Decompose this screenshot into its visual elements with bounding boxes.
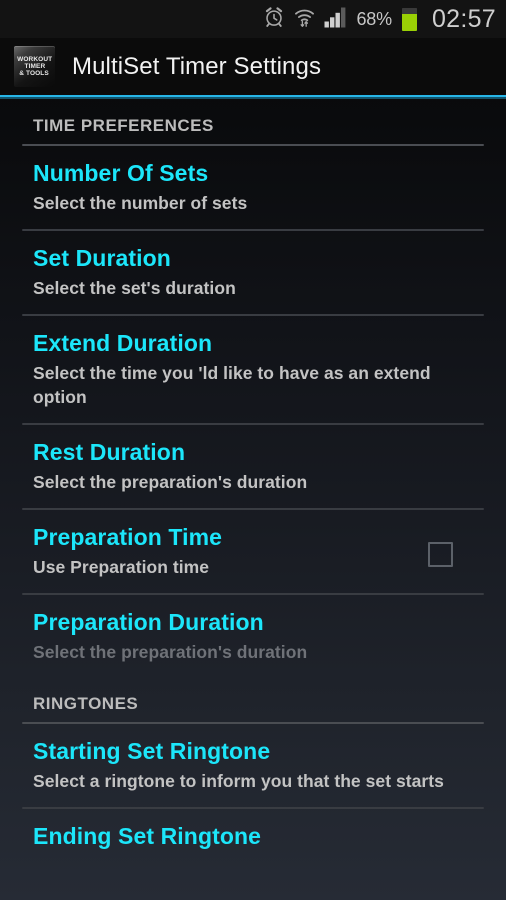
battery-icon xyxy=(401,7,417,31)
alarm-clock-icon xyxy=(263,6,285,33)
pref-title: Ending Set Ringtone xyxy=(33,823,262,849)
pref-row-set-duration[interactable]: Set Duration Select the set's duration xyxy=(0,231,506,314)
preparation-time-checkbox[interactable] xyxy=(428,542,453,567)
page-title: MultiSet Timer Settings xyxy=(72,52,322,80)
battery-percent-label: 68% xyxy=(356,9,393,29)
pref-title: Extend Duration xyxy=(33,330,213,356)
action-bar: WORKOUT TIMER & TOOLS MultiSet Timer Set… xyxy=(0,38,506,95)
status-icons: 68% 02:57 xyxy=(263,6,497,33)
pref-title: Starting Set Ringtone xyxy=(33,738,271,764)
pref-summary: Use Preparation time xyxy=(33,557,210,577)
pref-row-number-of-sets[interactable]: Number Of Sets Select the number of sets xyxy=(0,146,506,229)
pref-row-preparation-duration: Preparation Duration Select the preparat… xyxy=(0,595,506,678)
pref-summary: Select a ringtone to inform you that the… xyxy=(33,771,444,791)
pref-summary: Select the preparation's duration xyxy=(33,472,308,492)
phone-screen: 68% 02:57 WORKOUT TIMER & TOOLS MultiSet… xyxy=(0,0,506,900)
status-bar-clock: 02:57 xyxy=(431,4,496,33)
section-header-ringtones: RINGTONES xyxy=(0,678,506,722)
app-icon-line-1: WORKOUT xyxy=(16,56,53,63)
section-header-label: RINGTONES xyxy=(33,694,139,713)
app-icon-line-3: & TOOLS xyxy=(19,70,50,77)
wifi-transfer-icon xyxy=(294,6,315,33)
app-icon-line-2: TIMER xyxy=(24,63,45,70)
pref-summary: Select the time you 'ld like to have as … xyxy=(33,363,431,407)
pref-title: Rest Duration xyxy=(33,439,186,465)
pref-summary: Select the set's duration xyxy=(33,278,236,298)
pref-row-preparation-time[interactable]: Preparation Time Use Preparation time xyxy=(0,510,506,593)
pref-row-extend-duration[interactable]: Extend Duration Select the time you 'ld … xyxy=(0,316,506,423)
pref-title: Set Duration xyxy=(33,245,171,271)
pref-title: Number Of Sets xyxy=(33,160,209,186)
workout-timer-tools-app-icon[interactable]: WORKOUT TIMER & TOOLS xyxy=(14,46,55,87)
section-header-label: TIME PREFERENCES xyxy=(33,116,214,135)
pref-summary: Select the preparation's duration xyxy=(33,642,308,662)
section-header-time-preferences: TIME PREFERENCES xyxy=(0,100,506,144)
signal-bars-icon xyxy=(324,6,348,33)
pref-row-starting-set-ringtone[interactable]: Starting Set Ringtone Select a ringtone … xyxy=(0,724,506,807)
pref-summary: Select the number of sets xyxy=(33,193,248,213)
status-bar: 68% 02:57 xyxy=(0,0,506,38)
pref-row-rest-duration[interactable]: Rest Duration Select the preparation's d… xyxy=(0,425,506,508)
pref-row-ending-set-ringtone[interactable]: Ending Set Ringtone xyxy=(0,809,506,864)
pref-title: Preparation Time xyxy=(33,524,223,550)
pref-title: Preparation Duration xyxy=(33,609,264,635)
preferences-list[interactable]: TIME PREFERENCES Number Of Sets Select t… xyxy=(0,100,506,864)
